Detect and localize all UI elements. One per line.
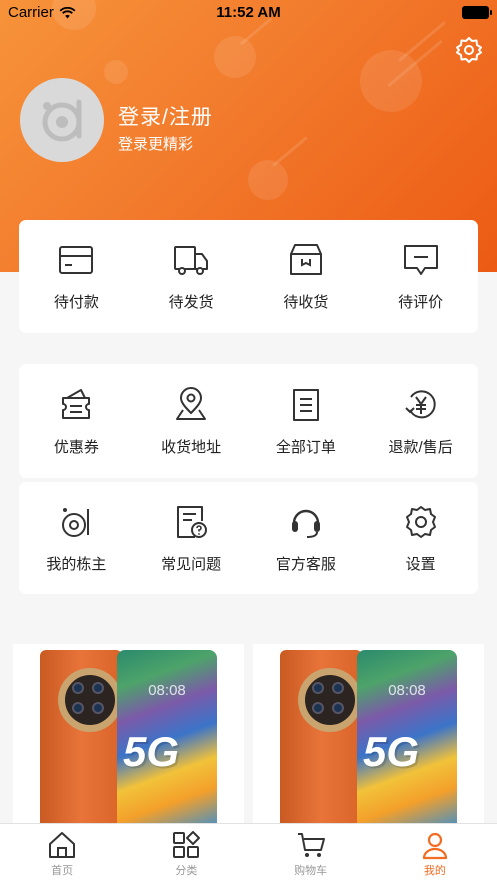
login-subtitle: 登录更精彩: [118, 136, 194, 153]
home-icon: [49, 832, 76, 858]
5g-badge: 5G: [123, 728, 180, 775]
service-label: 官方客服: [275, 555, 336, 573]
refund-entry[interactable]: 退款/售后: [363, 364, 478, 478]
service-label: 优惠券: [53, 438, 99, 456]
order-label: 待付款: [53, 294, 99, 311]
settings-button[interactable]: [455, 36, 483, 64]
comment-icon: [403, 245, 438, 275]
tab-mine[interactable]: 我的: [373, 824, 497, 883]
tab-category[interactable]: 分类: [124, 824, 248, 883]
phone-front-image: 08:08 5G: [357, 650, 457, 824]
product-card[interactable]: 08:08 5G: [253, 644, 484, 824]
service-label: 全部订单: [275, 438, 336, 456]
screen-clock: 08:08: [148, 682, 186, 699]
coupon-entry[interactable]: 优惠券: [19, 364, 134, 478]
order-label: 待收货: [283, 294, 329, 311]
services-card-row1: 优惠券 收货地址 全部订单 退款/售后: [19, 364, 478, 478]
screen-clock: 08:08: [388, 682, 426, 699]
decor-bubble: [214, 36, 256, 78]
service-label: 设置: [405, 555, 436, 573]
coupon-icon: [62, 388, 91, 419]
avatar[interactable]: [20, 78, 104, 162]
order-label: 待评价: [398, 294, 444, 311]
owner-icon: [62, 507, 90, 537]
5g-badge: 5G: [363, 728, 420, 775]
truck-icon: [174, 246, 209, 275]
my-owner-entry[interactable]: 我的栋主: [19, 482, 134, 594]
box-icon: [289, 244, 322, 275]
address-entry[interactable]: 收货地址: [134, 364, 249, 478]
order-pending-payment[interactable]: 待付款: [19, 220, 134, 333]
camera-module: [298, 668, 362, 732]
gear-icon: [456, 37, 482, 63]
order-pending-shipment[interactable]: 待发货: [134, 220, 249, 333]
user-icon: [422, 832, 447, 860]
tab-label: 购物车: [294, 865, 328, 877]
tab-cart[interactable]: 购物车: [249, 824, 373, 883]
refund-yen-icon: [404, 389, 436, 418]
headset-icon: [291, 509, 320, 538]
order-status-card: 待付款 待发货 待收货 待评价: [19, 220, 478, 333]
order-label: 待发货: [168, 294, 214, 311]
service-label: 常见问题: [161, 555, 222, 573]
tab-label: 首页: [51, 865, 74, 877]
settings-entry[interactable]: 设置: [363, 482, 478, 594]
camera-module: [58, 668, 122, 732]
all-orders-entry[interactable]: 全部订单: [249, 364, 364, 478]
services-card-row2: 我的栋主 常见问题 官方客服 设置: [19, 482, 478, 594]
order-list-icon: [292, 388, 319, 421]
tab-home[interactable]: 首页: [0, 824, 124, 883]
battery-icon: [462, 6, 492, 19]
wallet-icon: [59, 246, 94, 274]
user-avatar-d-icon: [42, 99, 82, 142]
service-label: 我的栋主: [46, 555, 107, 573]
order-pending-receipt[interactable]: 待收货: [249, 220, 364, 333]
order-pending-review[interactable]: 待评价: [363, 220, 478, 333]
faq-entry[interactable]: 常见问题: [134, 482, 249, 594]
customer-service-entry[interactable]: 官方客服: [249, 482, 364, 594]
tab-label: 我的: [423, 865, 446, 877]
status-bar: Carrier 11:52 AM: [0, 0, 497, 26]
cart-icon: [297, 833, 325, 857]
phone-back-image: [280, 650, 362, 824]
faq-icon: [177, 505, 208, 538]
phone-back-image: [40, 650, 122, 824]
gear-icon: [405, 505, 436, 538]
service-label: 退款/售后: [388, 438, 453, 456]
tab-label: 分类: [175, 865, 198, 877]
decor-bubble: [248, 160, 288, 200]
decor-streak: [272, 136, 308, 167]
decor-bubble: [104, 60, 128, 84]
tab-bar: 首页 分类 购物车 我的: [0, 823, 497, 883]
phone-front-image: 08:08 5G: [117, 650, 217, 824]
login-register-link[interactable]: 登录/注册: [118, 101, 213, 131]
service-label: 收货地址: [161, 438, 222, 456]
category-icon: [173, 831, 201, 858]
location-pin-icon: [176, 386, 207, 420]
clock: 11:52 AM: [216, 4, 281, 21]
product-card[interactable]: 08:08 5G: [13, 644, 244, 824]
